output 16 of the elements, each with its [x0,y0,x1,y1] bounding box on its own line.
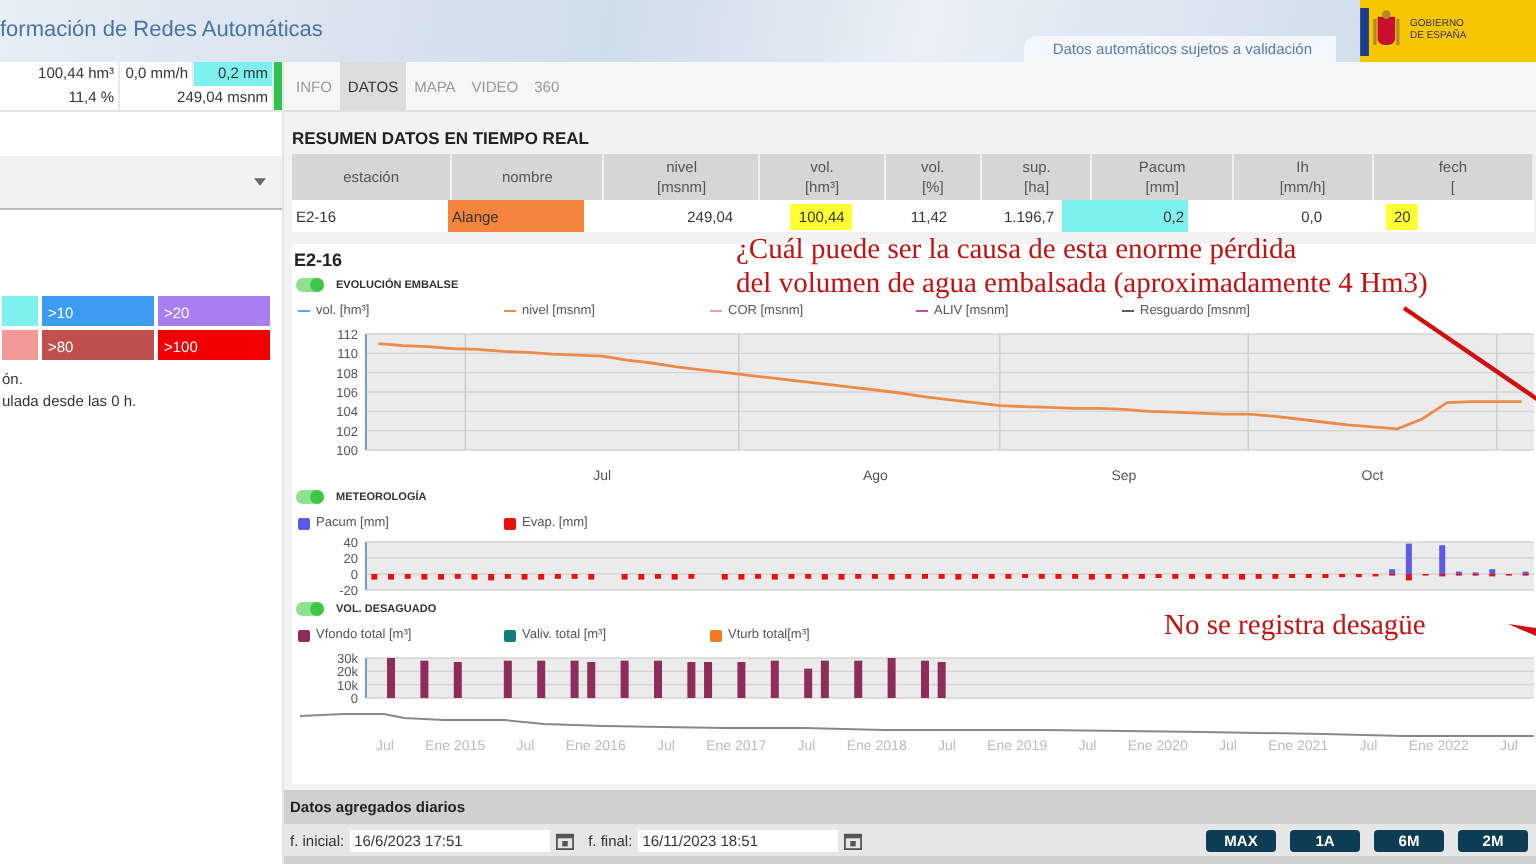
toggle-switch[interactable] [296,602,324,616]
toggle-switch[interactable] [296,278,324,292]
pointer-arrow [1508,622,1536,638]
coat-of-arms-icon [1360,7,1404,55]
site-title: formación de Redes Automáticas [0,18,323,42]
annotation-text: del volumen de agua embalsada (aproximadamente 4 Hm3) [736,268,1428,302]
station-heading: E2-16 [294,250,343,270]
station-dropdown[interactable] [0,156,282,210]
status-bar [274,62,282,110]
annotation-text: ¿Cuál puede ser la causa de esta enorme pérdida [736,234,1299,268]
calendar-icon[interactable] [844,831,863,849]
toggle-switch[interactable] [296,490,324,504]
annotation-text: No se registra desagüe [1164,610,1426,644]
section-title: RESUMEN DATOS EN TIEMPO REAL [292,128,591,148]
calendar-icon[interactable] [556,831,575,849]
caret-icon [254,178,266,186]
